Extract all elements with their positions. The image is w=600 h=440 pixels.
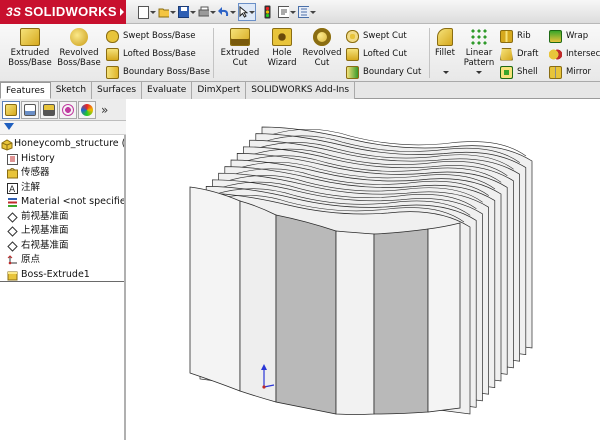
rib-button[interactable]: Rib	[500, 28, 531, 44]
quick-access-toolbar	[138, 3, 316, 21]
mirror-button[interactable]: Mirror	[549, 64, 591, 80]
hole-wizard-icon	[272, 28, 292, 46]
lofted-boss-icon	[106, 47, 119, 61]
graphics-area[interactable]	[128, 99, 600, 440]
svg-text:A: A	[9, 185, 16, 194]
tab-features[interactable]: Features	[0, 82, 51, 99]
tree-item-sensors[interactable]: 传感器	[0, 166, 124, 181]
revolved-boss-icon	[70, 28, 88, 46]
more-tabs-chevron-icon[interactable]: »	[101, 103, 108, 117]
history-icon	[7, 153, 18, 165]
lofted-boss-button[interactable]: Lofted Boss/Base	[106, 46, 196, 62]
title-bar: 3S SOLIDWORKS	[0, 0, 600, 24]
dimxpert-manager-tab-icon[interactable]	[59, 100, 77, 119]
swept-boss-button[interactable]: Swept Boss/Base	[106, 28, 195, 44]
select-pointer-icon[interactable]	[238, 3, 256, 21]
boundary-boss-icon	[106, 65, 119, 79]
extruded-cut-icon	[230, 28, 250, 46]
swept-cut-icon	[346, 29, 359, 43]
undo-icon[interactable]	[218, 3, 236, 21]
new-document-icon[interactable]	[138, 3, 156, 21]
rib-icon	[500, 29, 513, 43]
draft-icon	[500, 47, 513, 61]
swept-cut-button[interactable]: Swept Cut	[346, 28, 407, 44]
swept-boss-icon	[106, 29, 119, 43]
extrude-feature-icon	[7, 271, 18, 280]
part-icon	[1, 139, 13, 151]
wrap-icon	[549, 29, 562, 43]
intersect-icon	[549, 47, 562, 61]
tree-filter-bar[interactable]	[0, 121, 126, 135]
revolved-boss-button[interactable]: Revolved Boss/Base	[53, 28, 105, 68]
linear-pattern-dropdown-arrow-icon[interactable]	[476, 71, 482, 74]
honeycomb-model[interactable]	[128, 99, 600, 440]
options-icon[interactable]	[298, 3, 316, 21]
intersect-button[interactable]: Intersect	[549, 46, 600, 62]
plane-icon	[7, 226, 18, 237]
revolved-cut-button[interactable]: Revolved Cut	[296, 28, 348, 68]
feature-manager-panel: » Honeycomb_structure (默 History 传感器 A 注…	[0, 99, 126, 440]
linear-pattern-icon	[470, 28, 488, 46]
feature-manager-tab-icon[interactable]	[2, 100, 20, 119]
tree-item-history[interactable]: History	[0, 152, 124, 167]
command-tabs: Features Sketch Surfaces Evaluate DimXpe…	[0, 82, 600, 99]
lofted-cut-button[interactable]: Lofted Cut	[346, 46, 407, 62]
tab-sketch[interactable]: Sketch	[50, 82, 93, 99]
rebuild-traffic-light-icon[interactable]	[258, 3, 276, 21]
fillet-button[interactable]: Fillet	[430, 28, 460, 58]
solidworks-logo[interactable]: 3S SOLIDWORKS	[0, 0, 126, 24]
mirror-icon	[549, 65, 562, 79]
extruded-boss-icon	[20, 28, 40, 46]
tab-addins[interactable]: SOLIDWORKS Add-Ins	[246, 82, 356, 99]
feature-tree: Honeycomb_structure (默 History 传感器 A 注解 …	[0, 137, 124, 282]
tree-item-right-plane[interactable]: 右视基准面	[0, 239, 124, 254]
display-manager-tab-icon[interactable]	[78, 100, 96, 119]
tree-item-boss-extrude1[interactable]: Boss-Extrude1	[0, 268, 124, 282]
tree-item-front-plane[interactable]: 前视基准面	[0, 210, 124, 225]
configuration-manager-tab-icon[interactable]	[40, 100, 58, 119]
tab-surfaces[interactable]: Surfaces	[92, 82, 143, 99]
file-properties-icon[interactable]	[278, 3, 296, 21]
menu-expand-arrow-icon[interactable]	[120, 8, 124, 16]
boundary-cut-icon	[346, 65, 359, 79]
open-folder-icon[interactable]	[158, 3, 176, 21]
fillet-dropdown-arrow-icon[interactable]	[443, 71, 449, 74]
extruded-boss-button[interactable]: Extruded Boss/Base	[4, 28, 56, 68]
tab-evaluate[interactable]: Evaluate	[142, 82, 193, 99]
tab-dimxpert[interactable]: DimXpert	[192, 82, 247, 99]
lofted-cut-icon	[346, 47, 359, 61]
tree-root[interactable]: Honeycomb_structure (默	[0, 137, 124, 152]
property-manager-tab-icon[interactable]	[21, 100, 39, 119]
tree-item-annotations[interactable]: A 注解	[0, 181, 124, 196]
material-icon	[8, 198, 17, 207]
shell-icon	[500, 65, 513, 79]
wrap-button[interactable]: Wrap	[549, 28, 588, 44]
annotations-icon: A	[7, 182, 18, 194]
origin-icon	[7, 255, 17, 265]
revolved-cut-icon	[313, 28, 331, 46]
command-manager-ribbon: Extruded Boss/Base Revolved Boss/Base Sw…	[0, 24, 600, 82]
sensors-icon	[7, 168, 18, 179]
linear-pattern-button[interactable]: Linear Pattern	[462, 28, 496, 68]
save-icon[interactable]	[178, 3, 196, 21]
boundary-boss-button[interactable]: Boundary Boss/Base	[106, 64, 210, 80]
tree-item-material[interactable]: Material <not specified>	[0, 195, 124, 210]
fillet-icon	[437, 28, 453, 46]
plane-icon	[7, 240, 18, 252]
plane-icon	[7, 211, 18, 223]
shell-button[interactable]: Shell	[500, 64, 538, 80]
tree-item-origin[interactable]: 原点	[0, 253, 124, 268]
manager-tabs: »	[0, 99, 126, 121]
boundary-cut-button[interactable]: Boundary Cut	[346, 64, 421, 80]
tree-item-top-plane[interactable]: 上视基准面	[0, 224, 124, 239]
draft-button[interactable]: Draft	[500, 46, 538, 62]
print-icon[interactable]	[198, 3, 216, 21]
filter-icon[interactable]	[4, 123, 14, 130]
